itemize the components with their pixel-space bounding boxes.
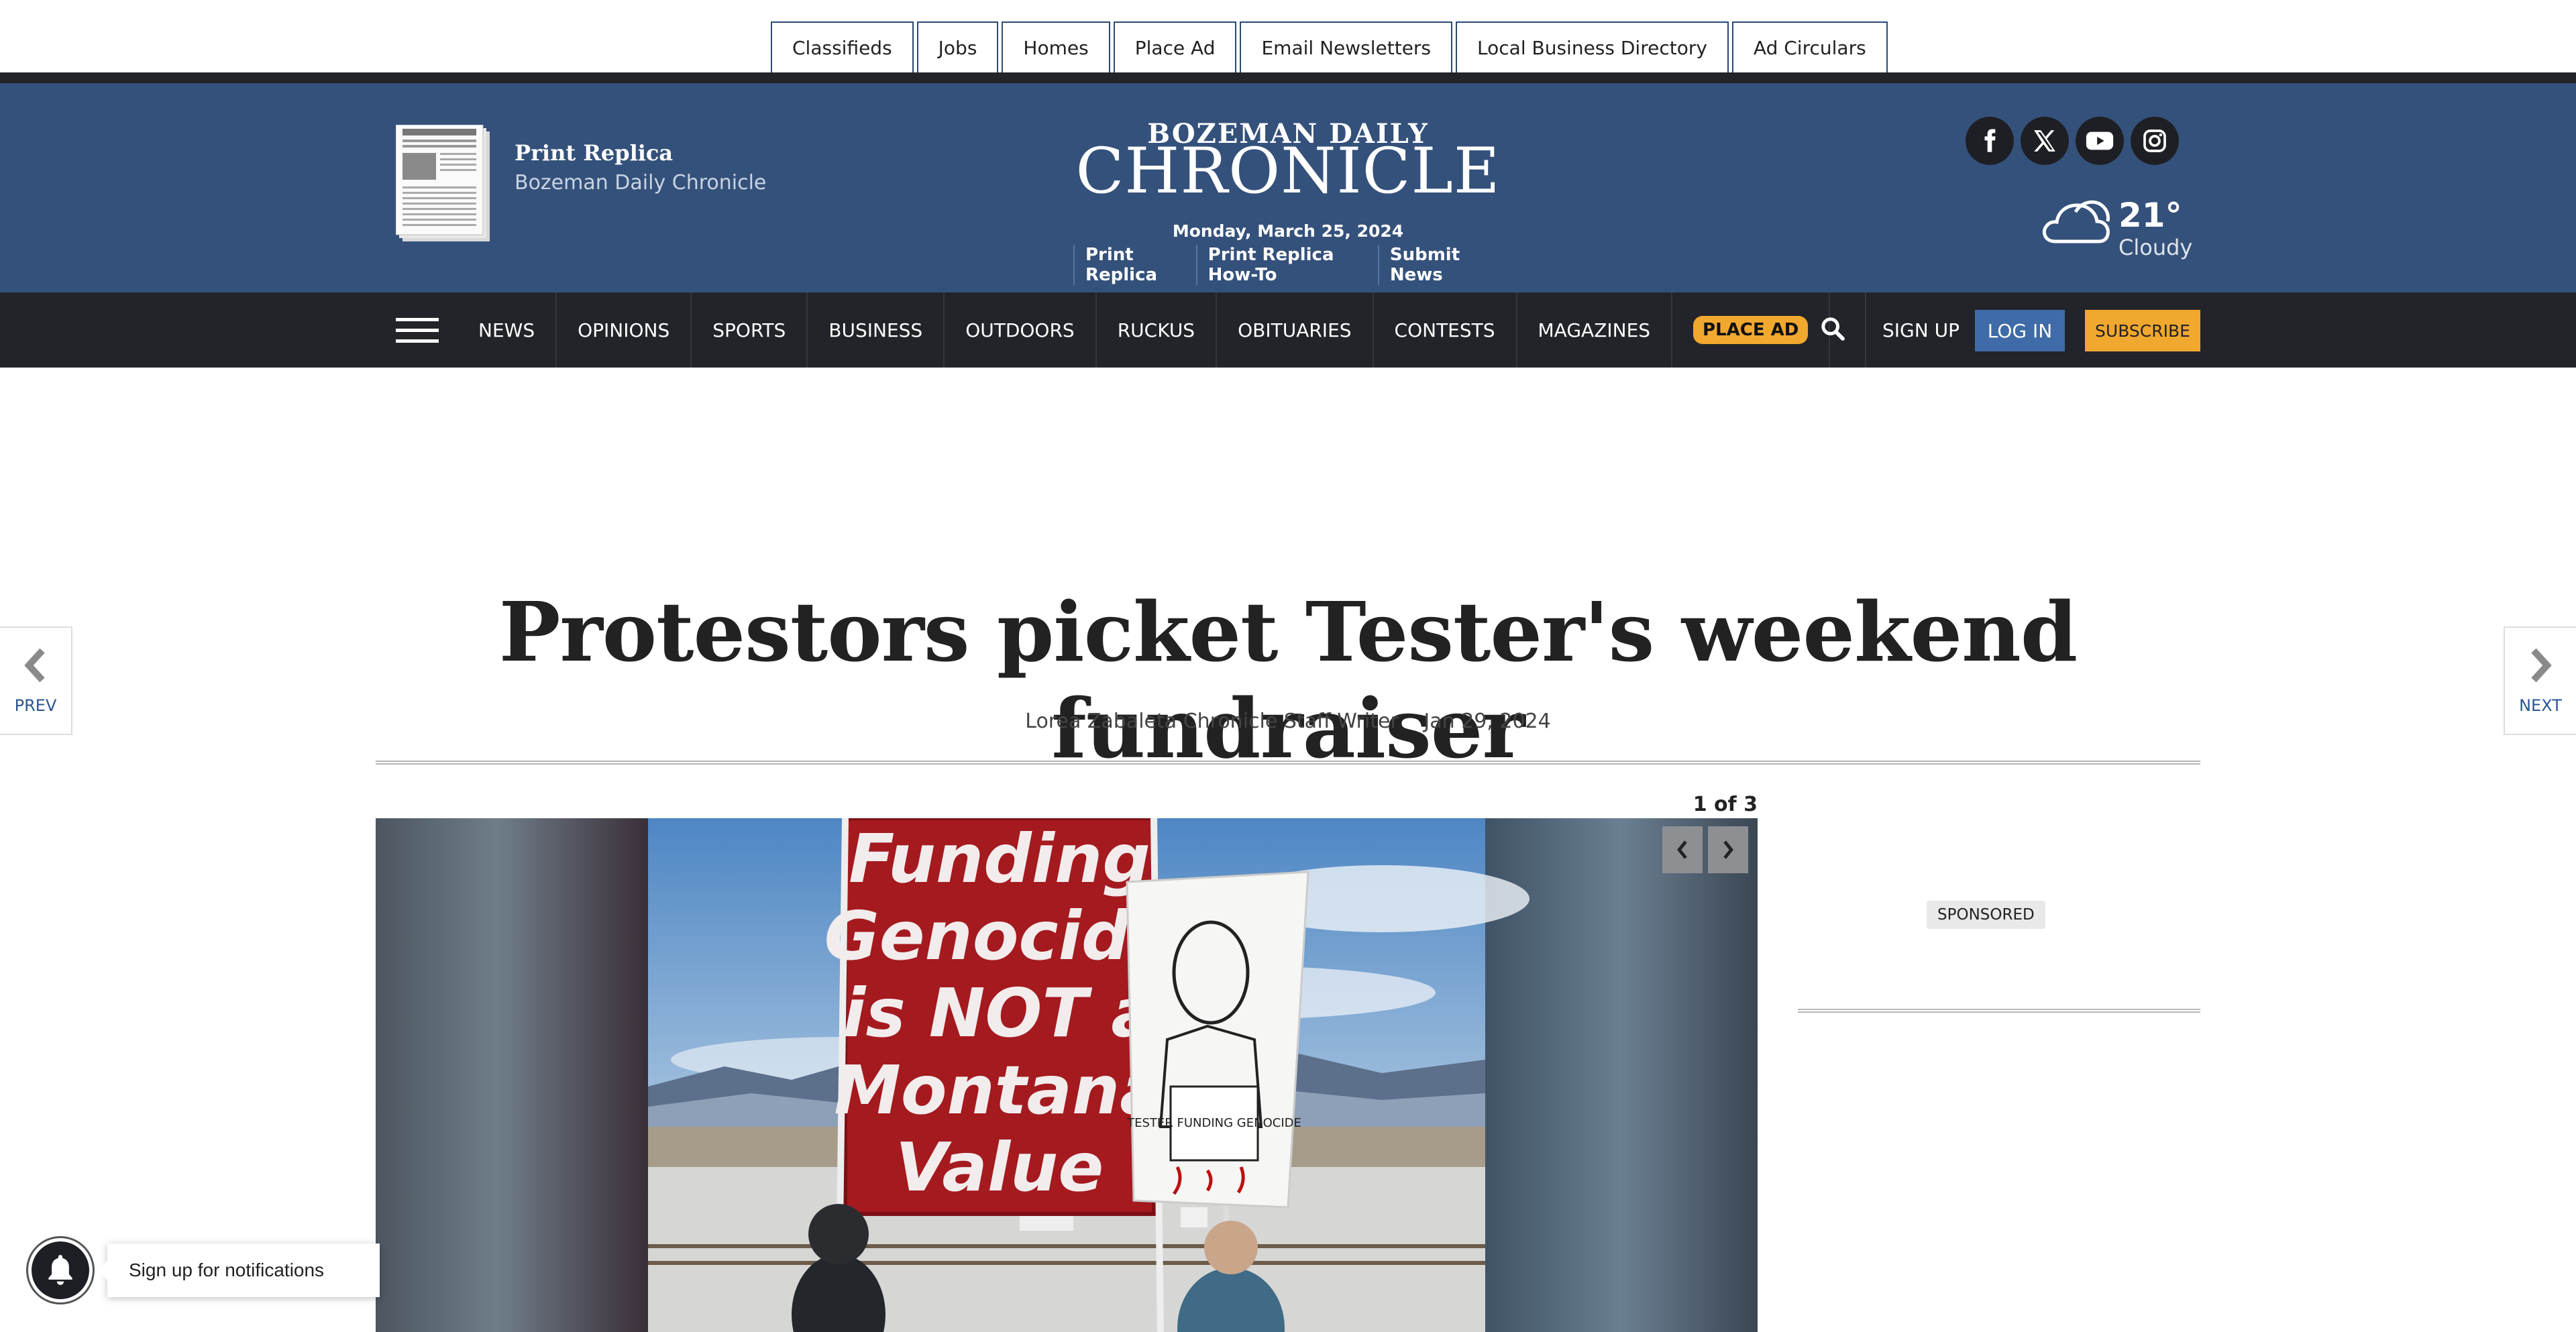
red-banner-line-2: Genocide [824,897,1175,975]
prev-article-button[interactable]: PREV [0,626,72,735]
util-link-email-newsletters[interactable]: Email Newsletters [1240,21,1453,72]
red-banner-line-5: Value [896,1128,1104,1207]
next-label: NEXT [2519,696,2562,715]
nav-item-ruckus[interactable]: RUCKUS [1097,292,1218,368]
next-article-button[interactable]: NEXT [2504,626,2576,735]
chevron-left-icon [24,648,45,683]
notification-bell-button[interactable] [28,1238,93,1302]
nav-item-magazines[interactable]: MAGAZINES [1517,292,1673,368]
sign-up-link[interactable]: SIGN UP [1865,292,1976,368]
gallery-next-button[interactable] [1708,826,1748,873]
sidebar-divider [1798,1009,2200,1013]
red-banner-line-1: Funding [849,820,1150,898]
nav-items: NEWS OPINIONS SPORTS BUSINESS OUTDOORS R… [458,292,1831,368]
utility-links: Classifieds Jobs Homes Place Ad Email Ne… [771,21,1888,74]
prev-label: PREV [14,696,57,715]
weather-temperature[interactable]: 21° [2118,196,2182,235]
nav-item-sports[interactable]: SPORTS [692,292,808,368]
red-banner-line-4: Montana [834,1051,1165,1129]
article-date: Jan 29, 2024 [1424,710,1551,733]
print-replica-thumbnail[interactable] [396,125,491,243]
article-byline: Lorea Zabaleta Chronicle Staff Writer Ja… [376,710,2200,733]
chevron-right-icon [2531,648,2552,683]
red-banner-line-3: is NOT a [843,974,1157,1052]
util-link-jobs[interactable]: Jobs [916,21,999,72]
chevron-left-icon [1677,840,1687,859]
nav-item-place-ad-wrap: PLACE AD [1672,292,1831,368]
log-in-button[interactable]: LOG IN [1975,310,2065,351]
cloudy-weather-icon [2042,200,2110,243]
youtube-icon[interactable] [2076,117,2124,165]
chevron-right-icon [1723,840,1733,859]
gallery-counter: 1 of 3 [1693,793,1758,816]
bell-icon [48,1255,72,1285]
print-replica-title[interactable]: Print Replica [515,140,673,166]
nav-item-business[interactable]: BUSINESS [808,292,945,368]
nav-item-contests[interactable]: CONTESTS [1374,292,1517,368]
divider-strip [0,72,2576,83]
search-icon[interactable] [1819,315,1846,342]
instagram-icon[interactable] [2131,117,2179,165]
headline-divider [376,761,2200,765]
nav-item-obituaries[interactable]: OBITUARIES [1217,292,1374,368]
notification-signup-tooltip[interactable]: Sign up for notifications [98,1243,380,1297]
article-photo[interactable]: Funding Genocide is NOT a Montana Value … [376,818,1758,1332]
print-replica-subtitle: Bozeman Daily Chronicle [515,171,767,195]
masthead-sublinks: Print Replica Print Replica How-To Submi… [1073,245,1503,285]
subscribe-button[interactable]: SUBSCRIBE [2085,310,2200,351]
masthead-date: Monday, March 25, 2024 [1172,221,1404,241]
menu-icon[interactable] [396,318,439,343]
nav-item-news[interactable]: NEWS [458,292,557,368]
sponsored-badge: SPONSORED [1927,901,2045,929]
weather-condition: Cloudy [2118,235,2193,260]
nav-place-ad-button[interactable]: PLACE AD [1693,316,1809,344]
facebook-icon[interactable] [1966,117,2014,165]
nav-item-opinions[interactable]: OPINIONS [557,292,692,368]
util-link-classifieds[interactable]: Classifieds [771,21,914,72]
sublink-print-replica-how-to[interactable]: Print Replica How-To [1195,245,1378,285]
sublink-print-replica[interactable]: Print Replica [1073,245,1196,285]
social-links [1966,117,2179,165]
util-link-place-ad[interactable]: Place Ad [1113,21,1237,72]
article-headline: Protestors picket Tester's weekend fundr… [498,584,2078,777]
white-banner-text: TESTER FUNDING GENOCIDE [1126,1116,1301,1130]
gallery-prev-button[interactable] [1662,826,1703,873]
util-link-homes[interactable]: Homes [1002,21,1110,72]
util-link-local-business-directory[interactable]: Local Business Directory [1456,21,1729,72]
site-logo-main[interactable]: CHRONICLE [1040,138,1536,205]
x-icon[interactable] [2021,117,2069,165]
util-link-ad-circulars[interactable]: Ad Circulars [1731,21,1888,72]
sublink-submit-news[interactable]: Submit News [1377,245,1503,285]
article-author[interactable]: Lorea Zabaleta Chronicle Staff Writer [1025,710,1399,733]
nav-item-outdoors[interactable]: OUTDOORS [945,292,1097,368]
